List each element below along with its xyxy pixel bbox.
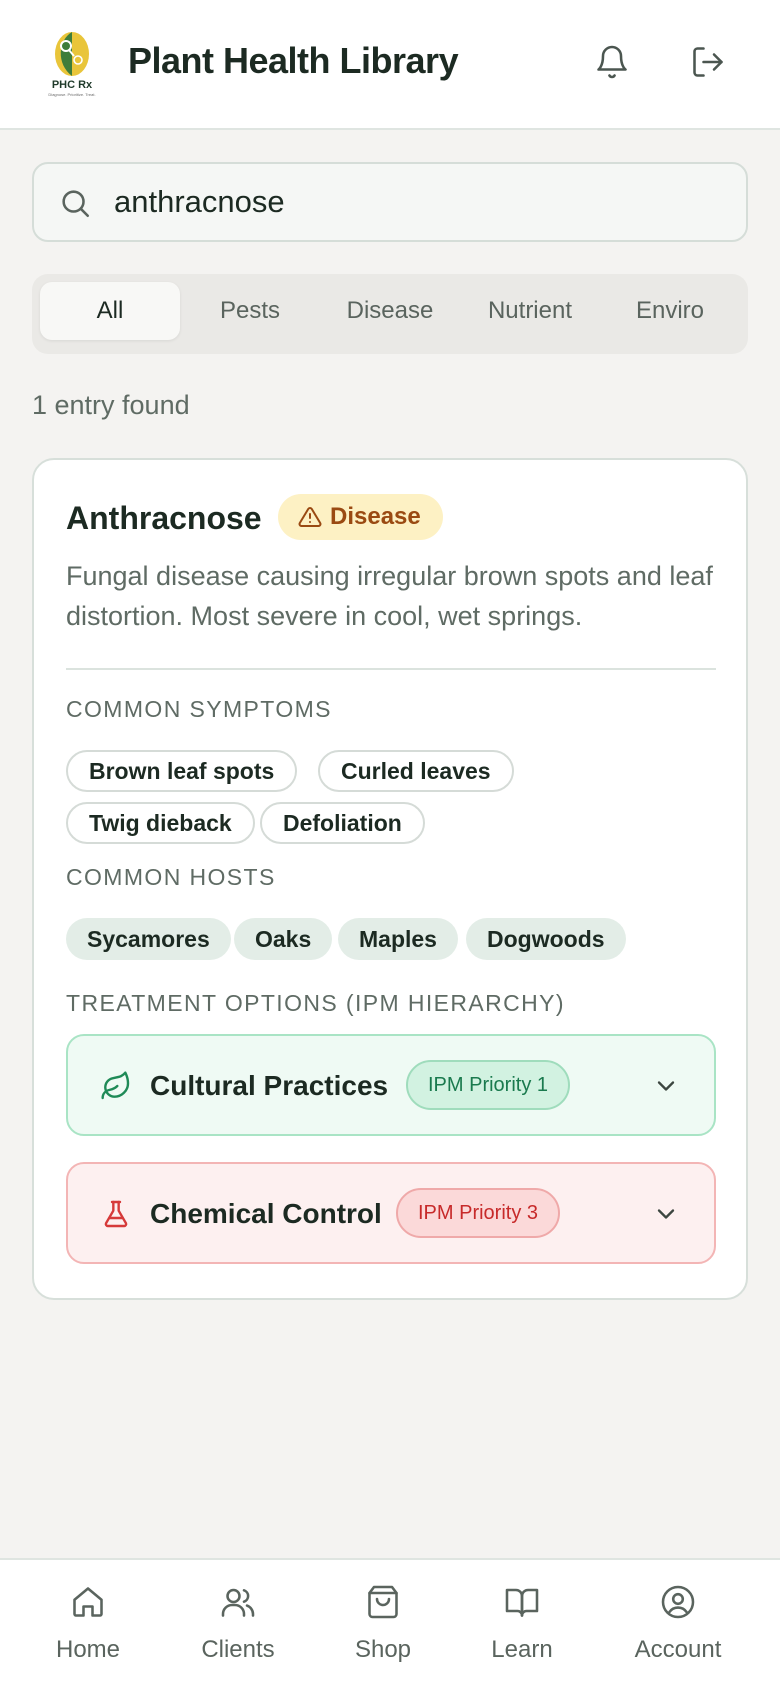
logout-icon[interactable] bbox=[690, 44, 726, 80]
nav-label: Clients bbox=[201, 1636, 275, 1663]
divider bbox=[66, 668, 716, 670]
app-header: PHC Rx Diagnose. Prioritize. Treat. Plan… bbox=[0, 0, 780, 130]
host-chip: Maples bbox=[338, 918, 458, 960]
treatment-label: Chemical Control bbox=[150, 1198, 382, 1229]
shopping-bag-icon bbox=[368, 1585, 398, 1619]
nav-shop[interactable]: Shop bbox=[318, 1584, 448, 1674]
nav-clients[interactable]: Clients bbox=[173, 1584, 303, 1674]
chevron-down-icon[interactable] bbox=[652, 1200, 680, 1228]
nav-label: Account bbox=[634, 1636, 722, 1663]
users-icon bbox=[221, 1588, 255, 1617]
nav-learn[interactable]: Learn bbox=[457, 1584, 587, 1674]
home-icon bbox=[73, 1587, 103, 1617]
page-title: Plant Health Library bbox=[128, 40, 459, 81]
host-chip: Dogwoods bbox=[466, 918, 626, 960]
treatment-label: Cultural Practices bbox=[150, 1070, 389, 1101]
search-input[interactable] bbox=[114, 174, 714, 230]
logo-tagline: Diagnose. Prioritize. Treat. bbox=[48, 92, 95, 97]
leaf-icon bbox=[100, 1070, 132, 1102]
nav-label: Home bbox=[55, 1636, 121, 1663]
entry-description: Fungal disease causing irregular brown s… bbox=[66, 561, 713, 631]
filter-tabs: All Pests Disease Nutrient Enviro bbox=[32, 274, 748, 354]
search-bar bbox=[32, 162, 748, 242]
notifications-bell-icon[interactable] bbox=[594, 44, 630, 80]
entry-title: Anthracnose bbox=[66, 500, 262, 536]
category-badge-label: Disease bbox=[330, 503, 421, 530]
tab-pests[interactable]: Pests bbox=[180, 282, 320, 340]
warning-icon bbox=[298, 506, 322, 527]
entry-card[interactable]: Anthracnose Disease Fungal disease causi… bbox=[32, 458, 748, 1300]
hosts-heading: COMMON HOSTS bbox=[66, 864, 276, 890]
tab-nutrient[interactable]: Nutrient bbox=[460, 282, 600, 340]
nav-account[interactable]: Account bbox=[613, 1584, 743, 1674]
logo-text: PHC Rx bbox=[52, 79, 93, 91]
chevron-down-icon[interactable] bbox=[652, 1072, 680, 1100]
tab-all[interactable]: All bbox=[40, 282, 180, 340]
nav-label: Learn bbox=[491, 1636, 553, 1663]
app-logo: PHC Rx Diagnose. Prioritize. Treat. bbox=[44, 30, 100, 98]
symptom-chip: Defoliation bbox=[260, 802, 425, 844]
priority-badge: IPM Priority 3 bbox=[396, 1188, 561, 1238]
treatment-cultural-practices[interactable]: Cultural Practices IPM Priority 1 bbox=[66, 1034, 716, 1136]
treatment-chemical-control[interactable]: Chemical Control IPM Priority 3 bbox=[66, 1162, 716, 1264]
treatment-heading: TREATMENT OPTIONS (IPM HIERARCHY) bbox=[66, 990, 565, 1016]
host-chip: Oaks bbox=[234, 918, 333, 960]
symptom-chip: Curled leaves bbox=[318, 750, 514, 792]
symptoms-heading: COMMON SYMPTOMS bbox=[66, 696, 332, 722]
account-icon bbox=[661, 1585, 695, 1619]
results-count: 1 entry found bbox=[32, 390, 190, 420]
flask-icon bbox=[100, 1198, 132, 1230]
bottom-nav: Home Clients Shop Learn Account bbox=[0, 1558, 780, 1688]
tab-disease[interactable]: Disease bbox=[320, 282, 460, 340]
nav-home[interactable]: Home bbox=[23, 1584, 153, 1674]
nav-label: Shop bbox=[354, 1636, 412, 1663]
book-icon bbox=[505, 1588, 539, 1617]
tab-enviro[interactable]: Enviro bbox=[600, 282, 740, 340]
symptom-chip: Twig dieback bbox=[66, 802, 255, 844]
category-badge: Disease bbox=[278, 494, 443, 540]
host-chip: Sycamores bbox=[66, 918, 231, 960]
priority-badge: IPM Priority 1 bbox=[406, 1060, 571, 1110]
search-icon bbox=[58, 186, 92, 220]
symptom-chip: Brown leaf spots bbox=[66, 750, 298, 792]
